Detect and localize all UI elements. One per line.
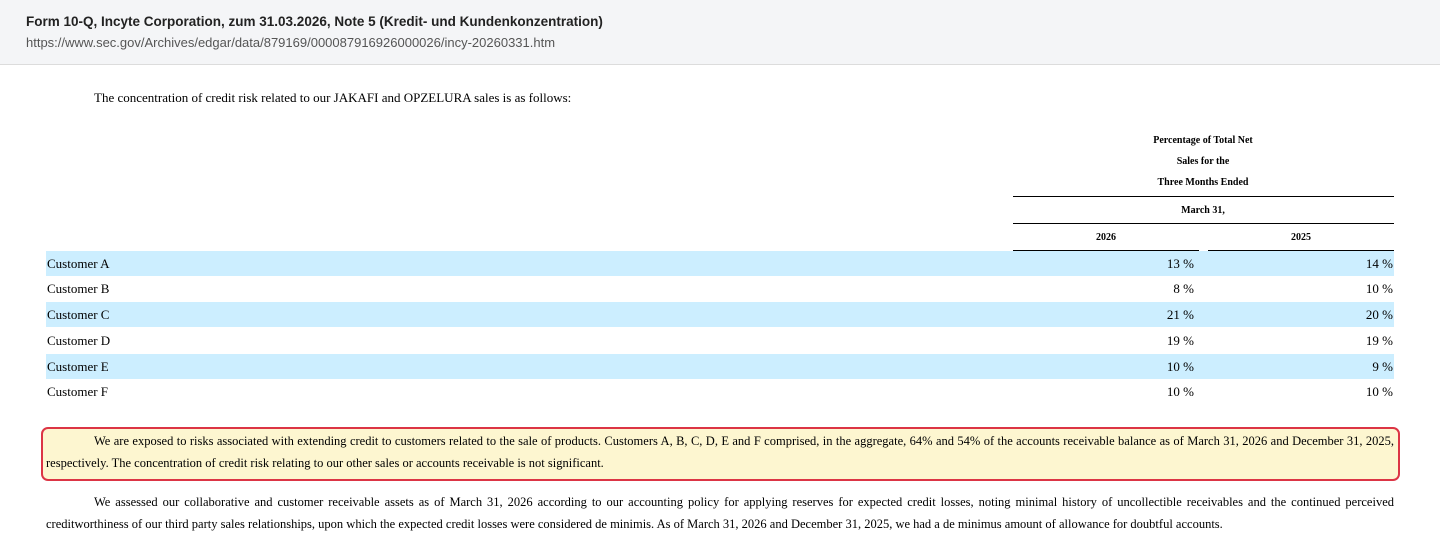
value-2025: 20 % <box>1365 307 1393 322</box>
row-label: Customer E <box>47 359 109 374</box>
table-row: Customer D 19 % 19 % <box>46 328 1394 353</box>
allowance-paragraph: We assessed our collaborative and custom… <box>46 495 1394 531</box>
value-2026: 13 % <box>1166 256 1194 271</box>
document-title: Form 10-Q, Incyte Corporation, zum 31.03… <box>26 14 603 29</box>
intro-text: The concentration of credit risk related… <box>94 90 572 105</box>
table-row: Customer A 13 % 14 % <box>46 251 1394 276</box>
header-rule <box>1013 196 1394 197</box>
row-label: Customer F <box>47 384 109 399</box>
highlighted-paragraph: We are exposed to risks associated with … <box>46 434 1394 470</box>
column-header-line-1: Percentage of Total Net <box>1153 135 1253 146</box>
column-header-2026: 2026 <box>1096 232 1116 243</box>
row-label: Customer C <box>47 307 110 322</box>
value-2026: 10 % <box>1166 384 1194 399</box>
period-header: March 31, <box>1181 205 1225 216</box>
value-2026: 21 % <box>1166 307 1194 322</box>
value-2026: 8 % <box>1173 281 1194 296</box>
source-url[interactable]: https://www.sec.gov/Archives/edgar/data/… <box>26 35 555 50</box>
period-rule <box>1013 223 1394 224</box>
row-label: Customer A <box>47 256 110 271</box>
column-header-line-3: Three Months Ended <box>1157 177 1249 188</box>
value-2025: 10 % <box>1365 281 1393 296</box>
table-row: Customer C 21 % 20 % <box>46 302 1394 327</box>
value-2025: 14 % <box>1365 256 1393 271</box>
row-label: Customer B <box>47 281 110 296</box>
table-row: Customer F 10 % 10 % <box>46 379 1394 404</box>
source-header: Form 10-Q, Incyte Corporation, zum 31.03… <box>0 0 1440 65</box>
value-2025: 19 % <box>1365 333 1393 348</box>
row-label: Customer D <box>47 333 111 348</box>
value-2026: 10 % <box>1166 359 1194 374</box>
column-header-2025: 2025 <box>1291 232 1311 243</box>
value-2026: 19 % <box>1166 333 1194 348</box>
value-2025: 10 % <box>1365 384 1393 399</box>
column-header-line-2: Sales for the <box>1176 156 1230 167</box>
table-row: Customer B 8 % 10 % <box>46 276 1394 301</box>
value-2025: 9 % <box>1372 359 1393 374</box>
table-row: Customer E 10 % 9 % <box>46 354 1394 379</box>
